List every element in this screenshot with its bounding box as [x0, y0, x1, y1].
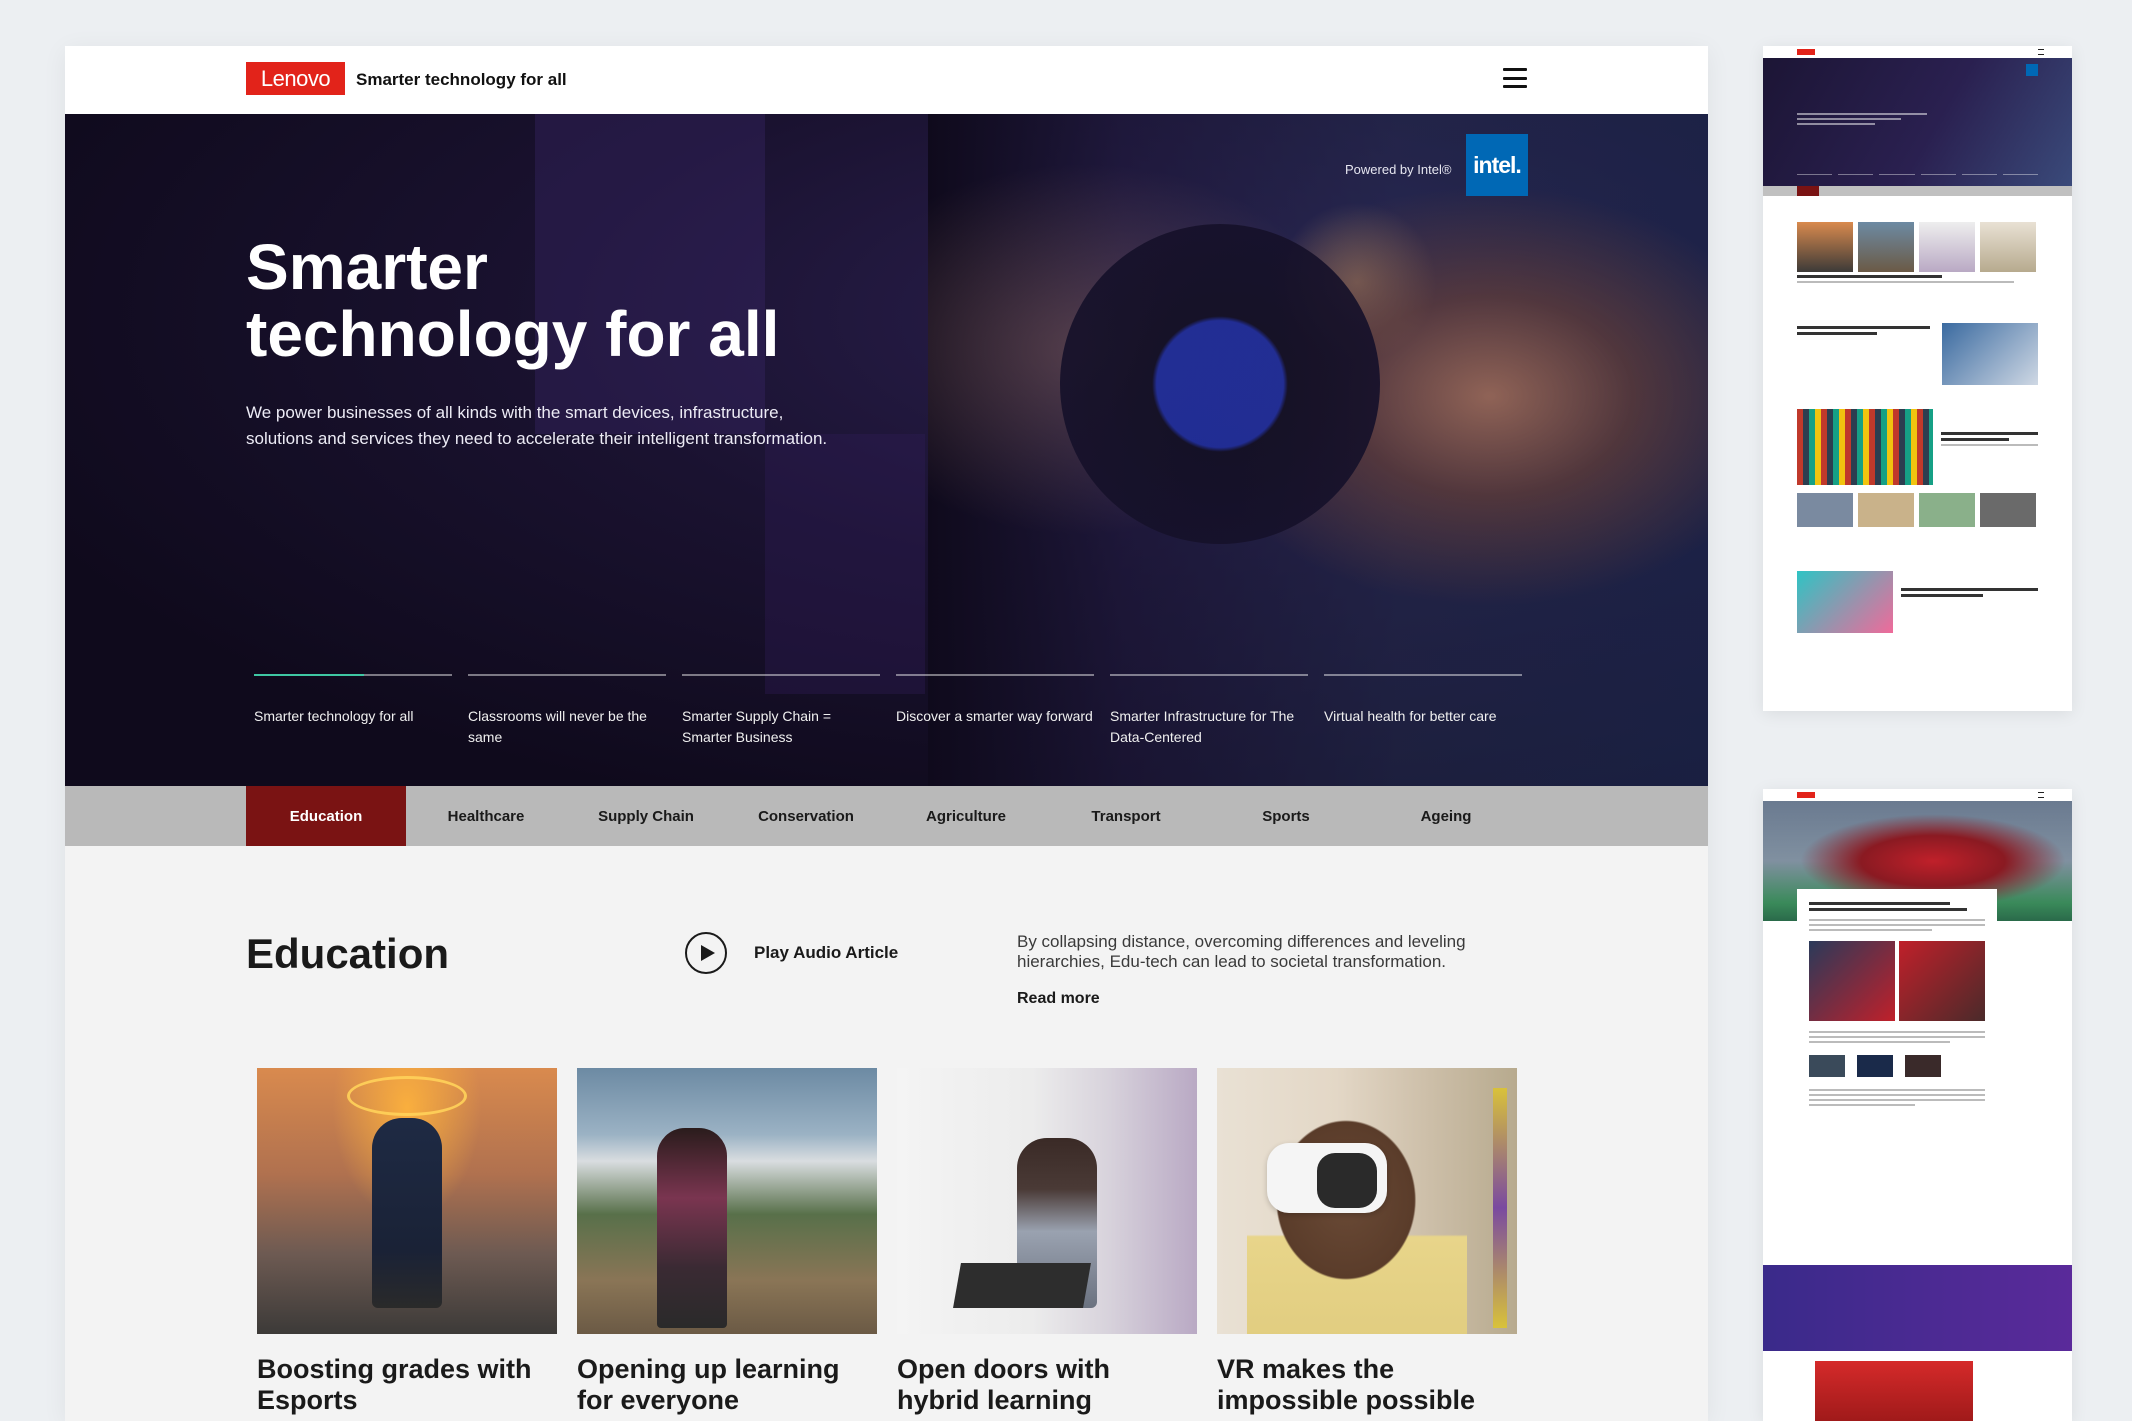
section-description: By collapsing distance, overcoming diffe… [1017, 932, 1466, 972]
hero-decor-disc [1060, 224, 1380, 544]
hero-title-line: technology for all [246, 298, 780, 371]
read-more-link[interactable]: Read more [1017, 990, 1100, 1008]
hero-decor-tile [765, 434, 925, 694]
article-card-list: Boosting grades with Esports Opening up … [257, 1068, 1517, 1416]
hamburger-menu-icon[interactable] [1503, 68, 1527, 88]
card-image-hiking [577, 1068, 877, 1334]
slide-progress-bar [682, 674, 880, 676]
hero-slide-item[interactable]: Discover a smarter way forward [896, 674, 1094, 748]
hero-banner: Powered by Intel® intel. Smarter technol… [65, 114, 1708, 786]
slide-progress-bar [896, 674, 1094, 676]
main-page-frame: Lenovo Smarter technology for all Powere… [65, 46, 1708, 1421]
hero-description: We power businesses of all kinds with th… [246, 403, 828, 449]
thumbnail-hero [1763, 58, 2072, 186]
slide-label: Smarter Supply Chain = Smarter Business [682, 708, 832, 745]
hero-title: Smarter technology for all [246, 231, 866, 371]
page-thumbnail-home[interactable] [1763, 46, 2072, 711]
top-navigation-bar: Lenovo Smarter technology for all [65, 46, 1708, 114]
tab-conservation[interactable]: Conservation [726, 786, 886, 846]
play-audio-label[interactable]: Play Audio Article [754, 943, 898, 963]
hero-slide-selector: Smarter technology for all Classrooms wi… [254, 674, 1522, 748]
card-title: Open doors with hybrid learning [897, 1354, 1110, 1416]
thumbnail-quote-banner [1763, 1265, 2072, 1351]
tab-education[interactable]: Education [246, 786, 406, 846]
intel-logo[interactable]: intel. [1466, 134, 1528, 196]
thumbnail-intel-logo [2026, 64, 2038, 76]
thumbnail-body [1763, 196, 2072, 633]
thumbnail-menu-icon [2038, 792, 2044, 798]
slide-progress-bar [468, 674, 666, 676]
hero-slide-item[interactable]: Smarter Supply Chain = Smarter Business [682, 674, 880, 748]
slide-label: Virtual health for better care [1324, 708, 1497, 724]
hero-title-line: Smarter [246, 231, 488, 303]
thumbnail-logo [1797, 792, 1815, 798]
card-image-esports [257, 1068, 557, 1334]
thumbnail-article-card [1797, 889, 1997, 1249]
page-thumbnail-article[interactable] [1763, 789, 2072, 1421]
slide-label: Discover a smarter way forward [896, 708, 1093, 724]
hero-slide-item[interactable]: Smarter Infrastructure for The Data-Cent… [1110, 674, 1308, 748]
lenovo-logo[interactable]: Lenovo [246, 62, 345, 95]
card-image-laptop [897, 1068, 1197, 1334]
tab-agriculture[interactable]: Agriculture [886, 786, 1046, 846]
slide-progress-bar [1110, 674, 1308, 676]
thumbnail-menu-icon [2038, 49, 2044, 55]
hero-slide-item[interactable]: Virtual health for better care [1324, 674, 1522, 748]
tab-ageing[interactable]: Ageing [1366, 786, 1526, 846]
article-card[interactable]: Opening up learning for everyone [577, 1068, 877, 1416]
hero-slide-item[interactable]: Classrooms will never be the same [468, 674, 666, 748]
thumbnail-logo [1797, 49, 1815, 55]
play-icon [700, 945, 715, 961]
slide-label: Smarter Infrastructure for The Data-Cent… [1110, 708, 1295, 745]
section-title: Education [246, 930, 450, 977]
education-section: Education Play Audio Article By collapsi… [65, 846, 1708, 1421]
card-title: Opening up learning for everyone [577, 1354, 840, 1416]
site-tagline: Smarter technology for all [356, 70, 567, 89]
thumbnail-header [1763, 46, 2072, 58]
hero-slide-item[interactable]: Smarter technology for all [254, 674, 452, 748]
card-title: Boosting grades with Esports [257, 1354, 532, 1416]
thumbnail-video [1815, 1361, 1973, 1421]
article-card[interactable]: VR makes the impossible possible [1217, 1068, 1517, 1416]
article-card[interactable]: Boosting grades with Esports [257, 1068, 557, 1416]
article-card[interactable]: Open doors with hybrid learning [897, 1068, 1197, 1416]
play-audio-button[interactable] [685, 932, 727, 974]
thumbnail-tabs [1763, 186, 2072, 196]
thumbnail-header [1763, 789, 2072, 801]
card-image-vr [1217, 1068, 1517, 1334]
slide-progress-bar [254, 674, 452, 676]
tab-supply-chain[interactable]: Supply Chain [566, 786, 726, 846]
tab-healthcare[interactable]: Healthcare [406, 786, 566, 846]
slide-label: Classrooms will never be the same [468, 708, 647, 745]
tab-transport[interactable]: Transport [1046, 786, 1206, 846]
card-title: VR makes the impossible possible [1217, 1354, 1476, 1416]
slide-label: Smarter technology for all [254, 708, 414, 724]
category-tab-bar: Education Healthcare Supply Chain Conser… [65, 786, 1708, 846]
slide-progress-bar [1324, 674, 1522, 676]
powered-by-intel-label: Powered by Intel® [1345, 162, 1452, 177]
tab-sports[interactable]: Sports [1206, 786, 1366, 846]
